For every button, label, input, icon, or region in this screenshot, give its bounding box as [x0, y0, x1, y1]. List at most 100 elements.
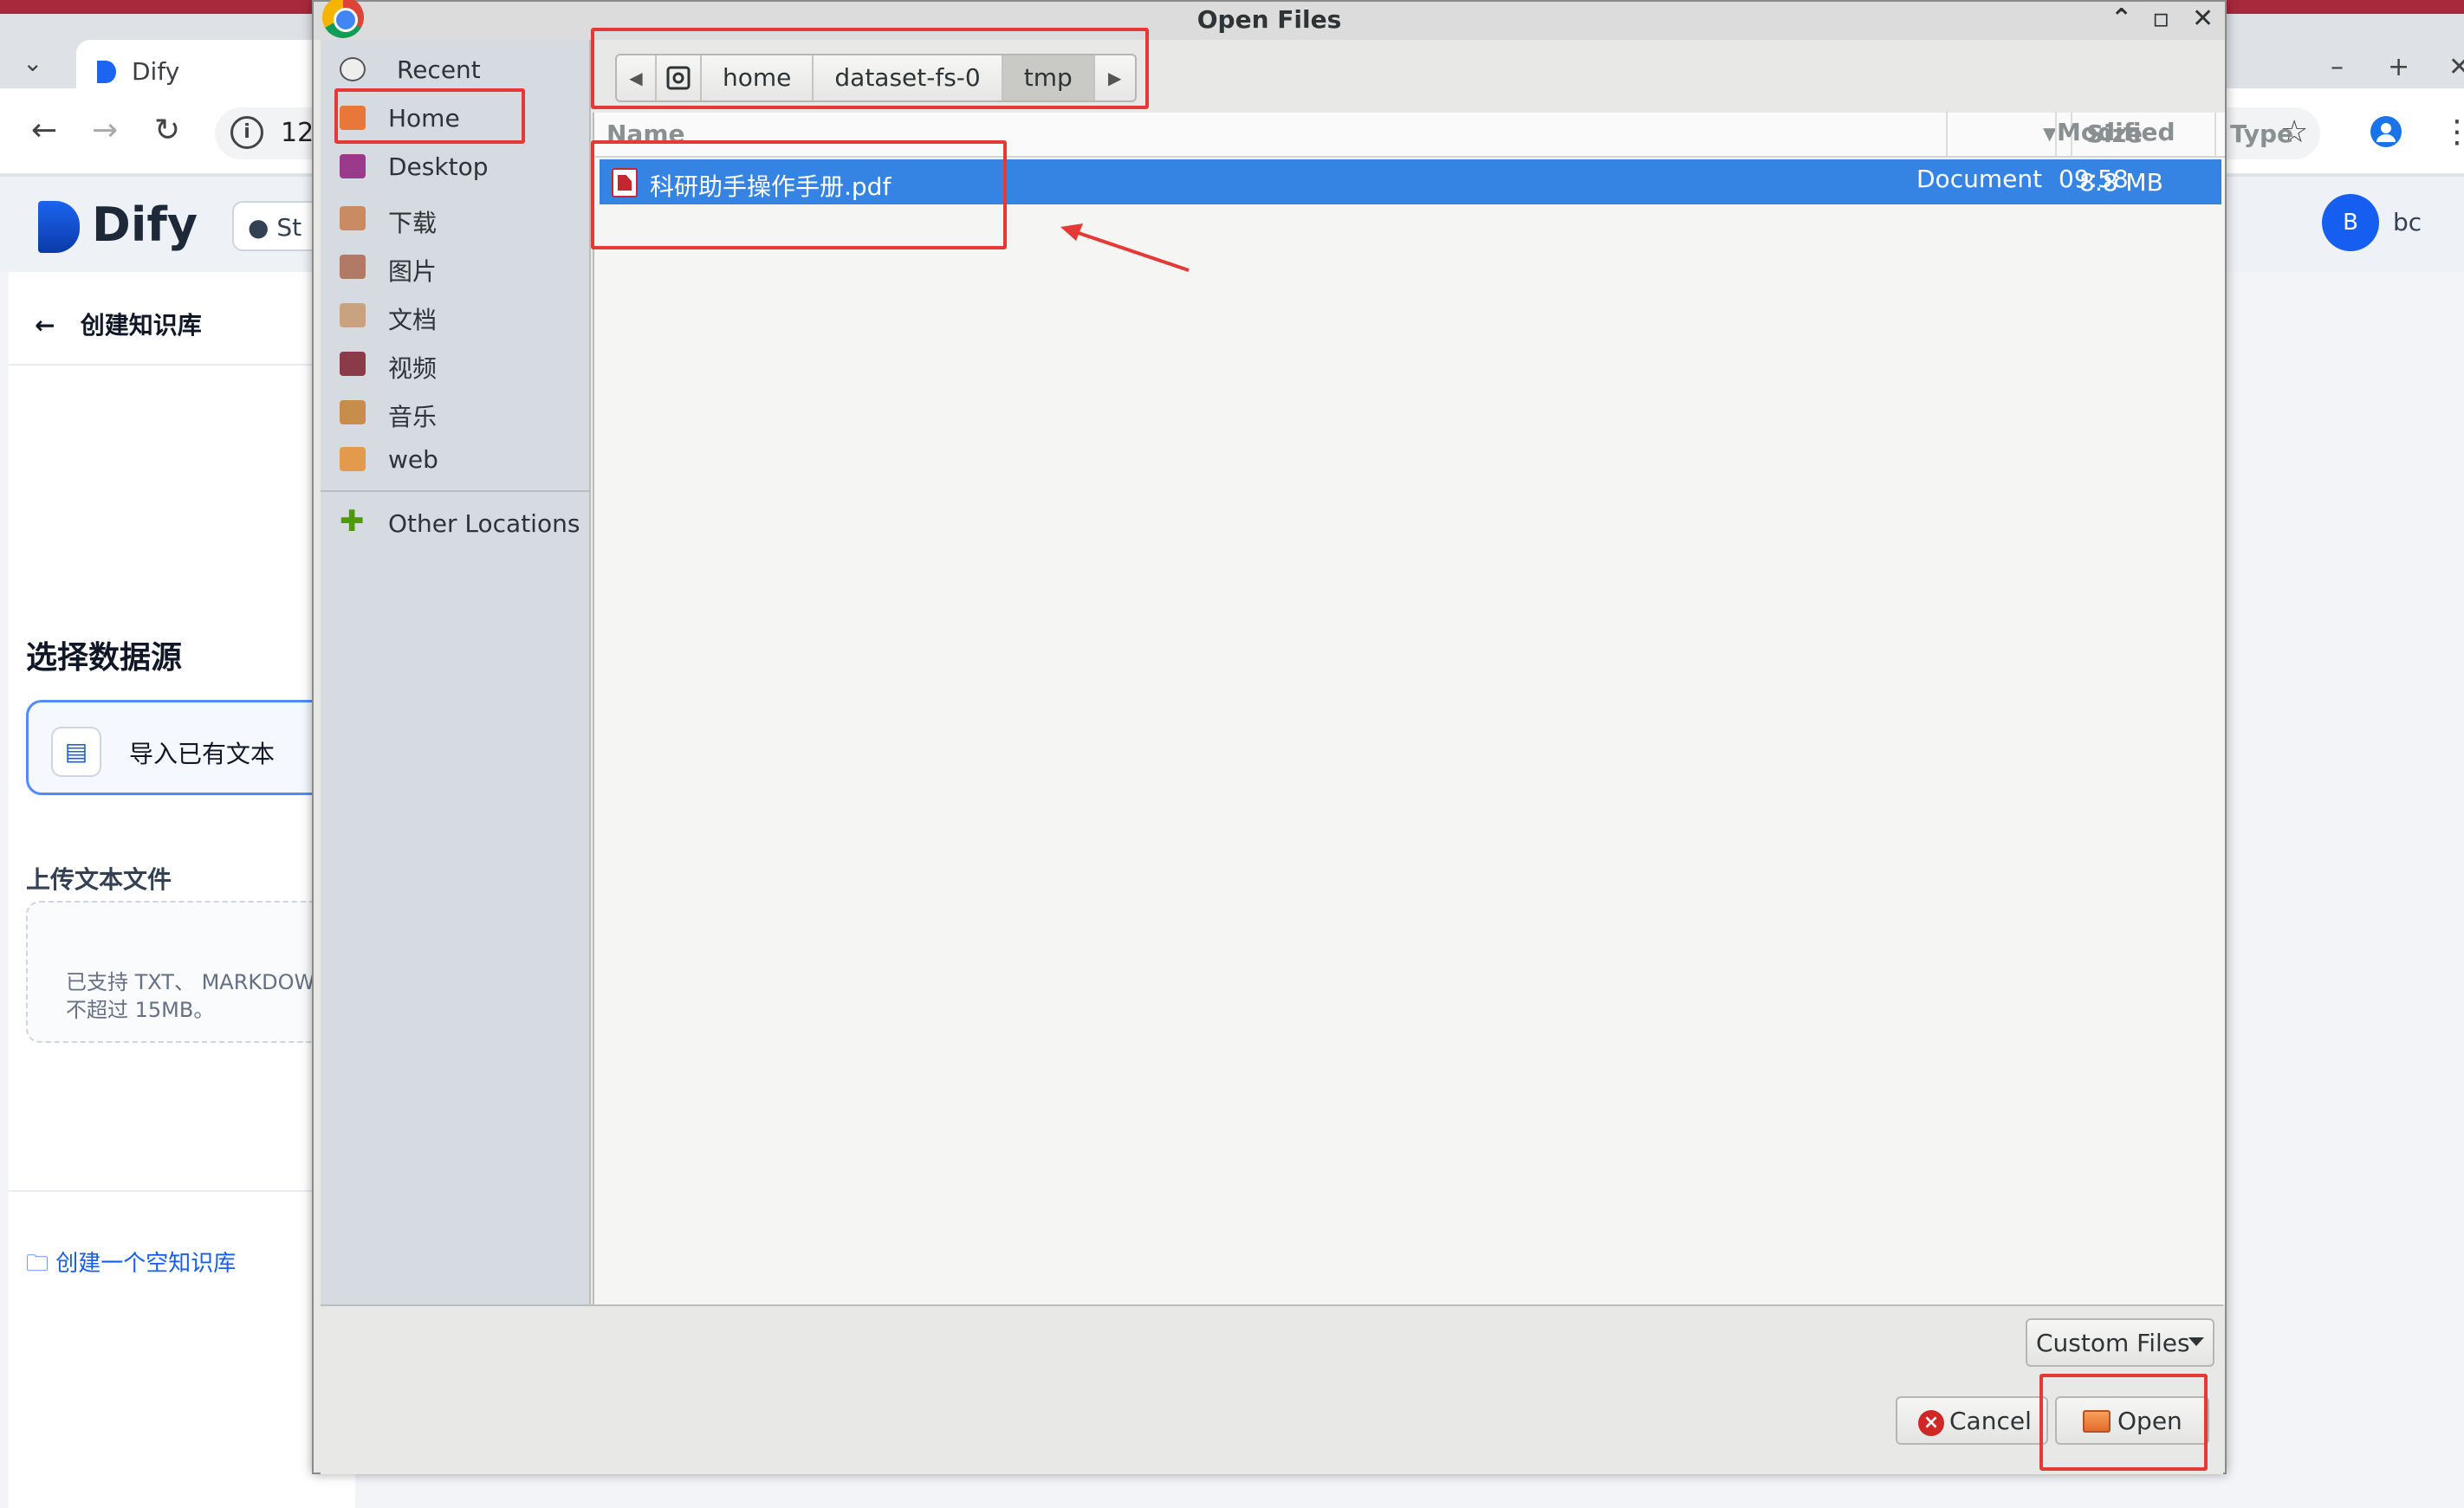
place-label: web — [388, 445, 438, 474]
dify-favicon-icon — [97, 61, 116, 83]
place-label: Recent — [397, 55, 481, 84]
tab-title: Dify — [132, 57, 180, 86]
column-modified[interactable]: Modified — [2057, 118, 2175, 146]
dialog-titlebar: Open Files ⌃ ▫ ✕ — [314, 0, 2225, 40]
upload-dropzone[interactable]: 已支持 TXT、 MARKDOWN 不超过 15MB。 — [26, 901, 355, 1043]
home-folder-icon — [340, 106, 366, 130]
path-button-group: ◀ home dataset-fs-0 tmp ▶ — [615, 54, 1137, 102]
place-label: Other Locations — [388, 509, 580, 538]
place-music[interactable]: 音乐 — [321, 390, 591, 435]
open-folder-icon — [2083, 1410, 2111, 1433]
upload-hint: 已支持 TXT、 MARKDOWN — [66, 970, 331, 994]
profile-icon[interactable] — [2370, 116, 2402, 147]
place-label: Home — [388, 104, 460, 133]
header-overflow: Modified — [1766, 111, 2216, 161]
dropdown-arrow-icon — [2188, 1337, 2204, 1346]
create-empty-kb-link[interactable]: 🗀 创建一个空知识库 — [26, 1246, 236, 1285]
cancel-icon: × — [1918, 1410, 1944, 1436]
place-documents[interactable]: 文档 — [321, 293, 591, 338]
desktop-icon — [340, 154, 366, 178]
file-filter-value: Custom Files — [2036, 1329, 2190, 1357]
maximize-icon[interactable]: ▫ — [2152, 3, 2169, 34]
close-dialog-icon[interactable]: ✕ — [2192, 3, 2214, 34]
path-segment-dataset[interactable]: dataset-fs-0 — [814, 55, 1003, 100]
place-recent[interactable]: Recent — [321, 47, 591, 92]
folder-icon — [340, 447, 366, 471]
download-folder-icon — [340, 206, 366, 230]
forward-icon[interactable]: → — [92, 113, 118, 148]
github-label: St — [276, 213, 302, 242]
reload-icon[interactable]: ↻ — [154, 113, 180, 148]
place-downloads[interactable]: 下载 — [321, 196, 591, 241]
user-name[interactable]: bc — [2393, 208, 2422, 236]
place-home[interactable]: Home — [321, 95, 591, 140]
collapse-icon[interactable]: ⌃ — [2111, 3, 2132, 34]
arrow-left-icon: ← — [35, 311, 72, 340]
path-bar: ◀ home dataset-fs-0 tmp ▶ — [605, 40, 2225, 113]
dialog-title: Open Files — [1196, 5, 1342, 34]
address-text: 12 — [281, 118, 314, 148]
avatar[interactable]: B — [2322, 194, 2379, 251]
place-desktop[interactable]: Desktop — [321, 144, 591, 189]
dify-logo-text[interactable]: Dify — [92, 197, 198, 252]
open-files-dialog: Open Files ⌃ ▫ ✕ Recent Home Desktop 下载 … — [312, 0, 2293, 1474]
upload-size-hint: 不超过 15MB。 — [66, 998, 215, 1022]
back-icon[interactable]: ← — [31, 113, 57, 148]
path-scroll-right-icon[interactable]: ▶ — [1095, 55, 1135, 100]
file-list: Name ▼ Size Type 科研助手操作手册.pdf 8.8 MB — [593, 113, 2293, 1304]
column-name[interactable]: Name — [606, 120, 685, 148]
create-empty-kb-label: 创建一个空知识库 — [55, 1251, 237, 1277]
place-web[interactable]: web — [321, 437, 591, 482]
plus-icon: ✚ — [340, 504, 365, 539]
back-to-knowledge-button[interactable]: ← 创建知识库 — [35, 307, 202, 341]
place-label: 音乐 — [388, 403, 438, 431]
site-info-icon[interactable]: i — [230, 116, 263, 149]
dialog-footer: Custom Files × Cancel Open — [321, 1304, 2223, 1474]
file-name: 科研助手操作手册.pdf — [650, 172, 892, 201]
place-pictures[interactable]: 图片 — [321, 244, 591, 289]
places-separator — [321, 490, 591, 492]
annotation-arrow-icon — [1060, 223, 1190, 272]
cancel-button[interactable]: × Cancel — [1896, 1396, 2048, 1445]
disk-icon — [666, 66, 691, 90]
folder-icon: 🗀 — [26, 1251, 56, 1277]
create-kb-panel: ← 创建知识库 选择数据源 ▤ 导入已有文本 上传文本文件 已支持 TXT、 M… — [9, 272, 355, 1508]
place-label: 文档 — [388, 306, 438, 334]
file-text-icon: ▤ — [51, 727, 101, 777]
divider — [9, 1190, 355, 1192]
place-label: 视频 — [388, 354, 438, 383]
place-label: 下载 — [388, 209, 438, 237]
path-segment-tmp[interactable]: tmp — [1002, 55, 1095, 100]
place-other-locations[interactable]: ✚ Other Locations — [321, 501, 591, 546]
menu-kebab-icon[interactable]: ⋮ — [2441, 114, 2464, 150]
close-window-icon[interactable]: ✕ — [2448, 52, 2464, 82]
place-label: 图片 — [388, 257, 438, 286]
minimize-window-icon[interactable]: – — [2331, 52, 2344, 82]
data-source-label: 导入已有文本 — [129, 740, 276, 768]
file-modified: 09:58 — [2059, 165, 2129, 193]
path-scroll-left-icon[interactable]: ◀ — [617, 55, 657, 100]
cancel-label: Cancel — [1949, 1407, 2032, 1435]
open-button[interactable]: Open — [2055, 1396, 2209, 1445]
upload-title: 上传文本文件 — [26, 865, 172, 894]
new-tab-icon[interactable]: + — [2388, 52, 2409, 82]
row-overflow: Document 09:58 — [1906, 165, 2218, 210]
place-videos[interactable]: 视频 — [321, 341, 591, 386]
music-folder-icon — [340, 400, 366, 424]
github-icon: ● — [248, 213, 269, 242]
videos-folder-icon — [340, 352, 366, 376]
pictures-folder-icon — [340, 255, 366, 279]
dify-logo-icon — [38, 201, 80, 253]
file-type: Document — [1916, 165, 2043, 193]
divider — [9, 364, 355, 366]
data-source-option[interactable]: ▤ 导入已有文本 — [26, 700, 355, 795]
path-segment-home[interactable]: home — [702, 55, 814, 100]
section-title: 选择数据源 — [26, 640, 183, 676]
tab-search-icon[interactable]: ⌄ — [23, 49, 42, 77]
page-title: 创建知识库 — [80, 311, 202, 340]
pdf-file-icon — [612, 168, 638, 197]
column-separator — [1946, 111, 1948, 156]
path-root-button[interactable] — [657, 55, 702, 100]
file-filter-dropdown[interactable]: Custom Files — [2026, 1318, 2214, 1367]
clock-icon — [340, 57, 366, 81]
